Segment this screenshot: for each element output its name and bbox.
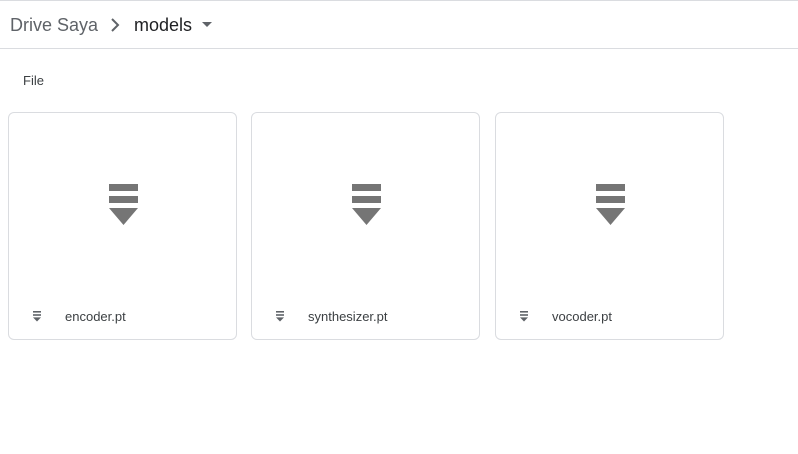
- download-file-icon: [109, 184, 138, 225]
- file-name: synthesizer.pt: [308, 309, 388, 324]
- breadcrumb-current[interactable]: models: [134, 13, 192, 37]
- file-card-synthesizer[interactable]: synthesizer.pt: [251, 112, 480, 340]
- download-file-icon: [596, 184, 625, 225]
- breadcrumb-root[interactable]: Drive Saya: [10, 13, 98, 37]
- drive-page: Drive Saya models File encoder.pt synthe…: [0, 0, 798, 454]
- breadcrumb-bar: Drive Saya models: [0, 1, 798, 49]
- download-file-small-icon: [276, 311, 284, 322]
- file-card-vocoder[interactable]: vocoder.pt: [495, 112, 724, 340]
- download-file-icon: [352, 184, 381, 225]
- file-name: vocoder.pt: [552, 309, 612, 324]
- download-file-small-icon: [33, 311, 41, 322]
- caret-down-icon[interactable]: [200, 19, 214, 31]
- download-file-small-icon: [520, 311, 528, 322]
- file-card-encoder[interactable]: encoder.pt: [8, 112, 237, 340]
- chevron-right-icon: [111, 18, 120, 32]
- file-name: encoder.pt: [65, 309, 126, 324]
- section-label-files: File: [23, 73, 44, 88]
